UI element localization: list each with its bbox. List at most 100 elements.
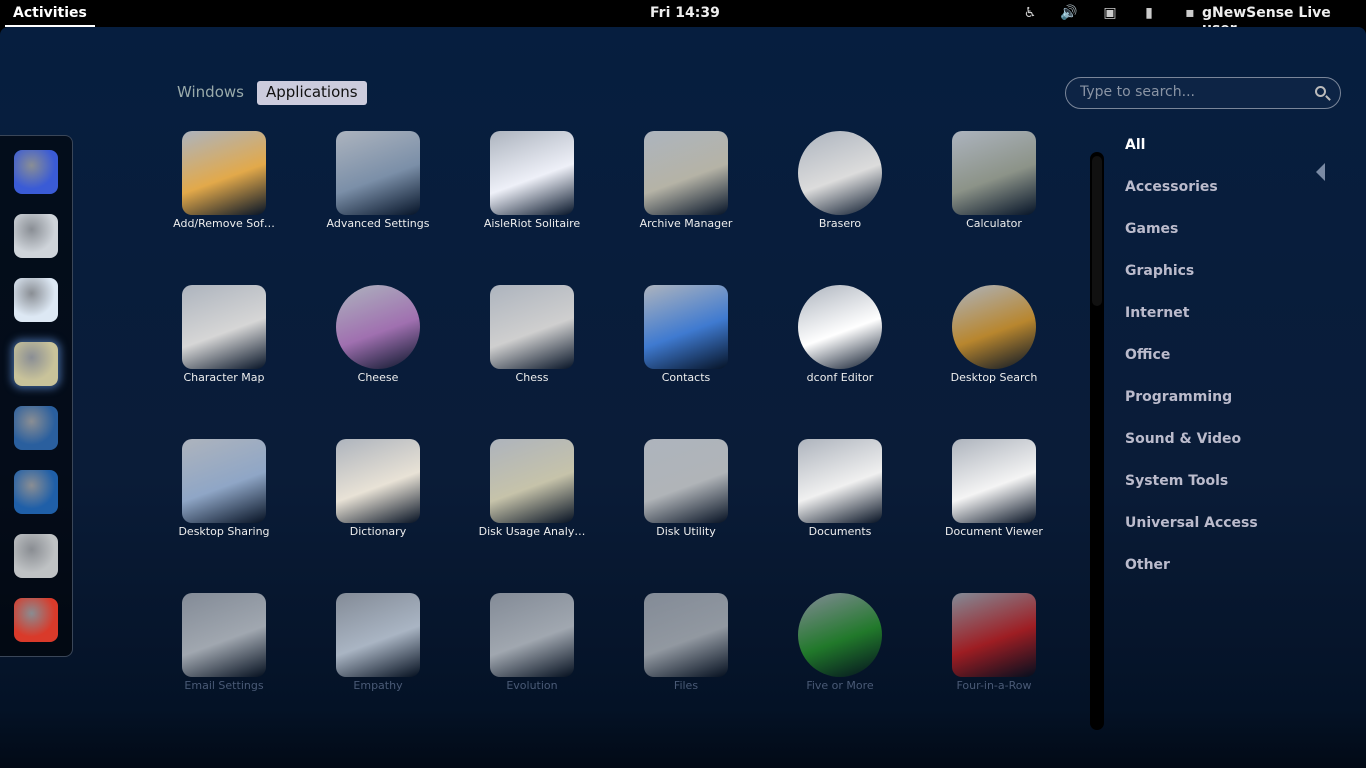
selected-category-arrow-icon xyxy=(1316,163,1325,181)
app-label: Calculator xyxy=(966,217,1022,230)
tab-applications[interactable]: Applications xyxy=(256,81,367,105)
category-graphics[interactable]: Graphics xyxy=(1125,263,1194,279)
network-disconnected-icon[interactable]: ▣ xyxy=(1101,4,1119,22)
category-other[interactable]: Other xyxy=(1125,557,1170,573)
evince-icon xyxy=(952,439,1036,523)
app-disk-usage-analy[interactable]: Disk Usage Analy… xyxy=(457,429,607,579)
category-office[interactable]: Office xyxy=(1125,347,1170,363)
documents-icon xyxy=(798,439,882,523)
app-label: Desktop Sharing xyxy=(178,525,270,538)
scrollbar[interactable] xyxy=(1090,152,1104,730)
book-icon xyxy=(336,439,420,523)
overview: Windows Applications Add/Remove Sof… Adva… xyxy=(0,27,1366,768)
chat-status-icon[interactable]: ▪ xyxy=(1181,4,1199,22)
cards-icon xyxy=(490,131,574,215)
app-label: Documents xyxy=(808,525,872,538)
app-label: Email Settings xyxy=(184,679,264,692)
scrollbar-thumb[interactable] xyxy=(1092,156,1102,306)
app-label: Character Map xyxy=(183,371,265,384)
app-email-settings[interactable]: Email Settings xyxy=(149,583,299,733)
app-brasero[interactable]: Brasero xyxy=(765,121,915,271)
search-icon xyxy=(1315,86,1326,97)
app-label: Cheese xyxy=(357,371,399,384)
app-files[interactable]: Files xyxy=(611,583,761,733)
app-label: Brasero xyxy=(818,217,862,230)
app-label: Dictionary xyxy=(349,525,407,538)
app-disk-utility[interactable]: Disk Utility xyxy=(611,429,761,579)
category-all[interactable]: All xyxy=(1125,137,1145,153)
tab-windows[interactable]: Windows xyxy=(168,81,253,105)
app-label: Four-in-a-Row xyxy=(956,679,1032,692)
harddisk-icon xyxy=(644,439,728,523)
app-dictionary[interactable]: Dictionary xyxy=(303,429,453,579)
app-empathy[interactable]: Empathy xyxy=(303,583,453,733)
empathy-chat-icon[interactable] xyxy=(14,278,58,322)
libreoffice-writer-icon[interactable] xyxy=(14,470,58,514)
monitor-icon xyxy=(182,439,266,523)
file-cabinet-icon[interactable] xyxy=(14,534,58,578)
chess-icon xyxy=(490,285,574,369)
file-cabinet-icon xyxy=(644,593,728,677)
magnifier-icon xyxy=(952,285,1036,369)
image-viewer-icon[interactable] xyxy=(14,406,58,450)
category-accessories[interactable]: Accessories xyxy=(1125,179,1218,195)
search-input[interactable] xyxy=(1080,84,1300,100)
address-book-icon xyxy=(644,285,728,369)
disc-icon xyxy=(798,131,882,215)
app-five-or-more[interactable]: Five or More xyxy=(765,583,915,733)
app-document-viewer[interactable]: Document Viewer xyxy=(919,429,1069,579)
battery-icon[interactable]: ▮ xyxy=(1140,4,1158,22)
webcam-icon xyxy=(336,285,420,369)
app-character-map[interactable]: Character Map xyxy=(149,275,299,425)
app-label: Advanced Settings xyxy=(326,217,430,230)
dconf-magnifier-icon xyxy=(798,285,882,369)
view-tabs: Windows Applications xyxy=(168,81,367,105)
accessibility-icon[interactable]: ♿ xyxy=(1021,4,1039,22)
volume-icon[interactable]: 🔊 xyxy=(1060,4,1078,22)
mail-clock-icon xyxy=(182,593,266,677)
rhythmbox-speaker-icon[interactable] xyxy=(14,342,58,386)
dash xyxy=(0,135,73,657)
app-four-in-a-row[interactable]: Four-in-a-Row xyxy=(919,583,1069,733)
calculator-icon xyxy=(952,131,1036,215)
category-sound-video[interactable]: Sound & Video xyxy=(1125,431,1241,447)
app-desktop-search[interactable]: Desktop Search xyxy=(919,275,1069,425)
evolution-mail-icon[interactable] xyxy=(14,214,58,258)
app-label: Evolution xyxy=(506,679,558,692)
app-evolution[interactable]: Evolution xyxy=(457,583,607,733)
app-calculator[interactable]: Calculator xyxy=(919,121,1069,271)
app-label: Desktop Search xyxy=(950,371,1038,384)
app-aisleriot-solitaire[interactable]: AisleRiot Solitaire xyxy=(457,121,607,271)
app-cheese[interactable]: Cheese xyxy=(303,275,453,425)
mail-clock-icon xyxy=(490,593,574,677)
app-contacts[interactable]: Contacts xyxy=(611,275,761,425)
app-add-remove-sof[interactable]: Add/Remove Sof… xyxy=(149,121,299,271)
app-label: Add/Remove Sof… xyxy=(173,217,275,230)
activities-button[interactable]: Activities xyxy=(5,0,95,27)
app-label: Disk Usage Analy… xyxy=(478,525,586,538)
category-programming[interactable]: Programming xyxy=(1125,389,1232,405)
app-archive-manager[interactable]: Archive Manager xyxy=(611,121,761,271)
top-bar: Activities Fri 14:39 ♿ 🔊 ▣ ▮ ▪ gNewSense… xyxy=(0,0,1366,37)
app-dconf-editor[interactable]: dconf Editor xyxy=(765,275,915,425)
category-internet[interactable]: Internet xyxy=(1125,305,1189,321)
clock[interactable]: Fri 14:39 xyxy=(650,5,720,21)
app-advanced-settings[interactable]: Advanced Settings xyxy=(303,121,453,271)
category-system-tools[interactable]: System Tools xyxy=(1125,473,1228,489)
app-label: dconf Editor xyxy=(806,371,874,384)
archive-roller-icon xyxy=(644,131,728,215)
tools-icon xyxy=(336,131,420,215)
category-universal-access[interactable]: Universal Access xyxy=(1125,515,1258,531)
app-documents[interactable]: Documents xyxy=(765,429,915,579)
help-lifebuoy-icon[interactable] xyxy=(14,598,58,642)
four-in-row-icon xyxy=(952,593,1036,677)
web-browser-icon[interactable] xyxy=(14,150,58,194)
app-chess[interactable]: Chess xyxy=(457,275,607,425)
app-label: Contacts xyxy=(661,371,711,384)
app-label: Chess xyxy=(515,371,549,384)
app-label: AisleRiot Solitaire xyxy=(483,217,581,230)
category-games[interactable]: Games xyxy=(1125,221,1178,237)
app-desktop-sharing[interactable]: Desktop Sharing xyxy=(149,429,299,579)
search-box[interactable] xyxy=(1065,77,1341,109)
balls-icon xyxy=(798,593,882,677)
